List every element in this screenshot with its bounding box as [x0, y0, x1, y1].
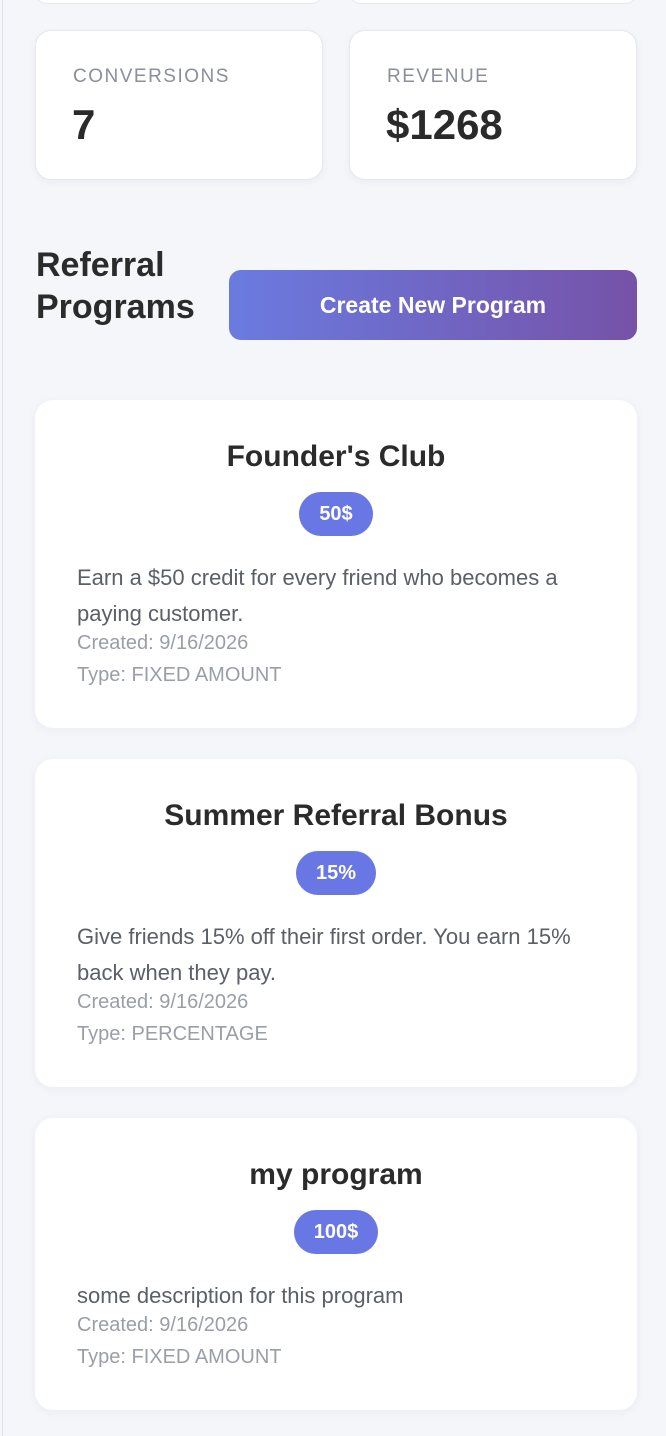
stat-value: 7: [72, 101, 96, 148]
program-type: Type: FIXED AMOUNT: [77, 664, 282, 686]
badge-wrap: 15%: [35, 851, 637, 895]
program-created-date: Created: 9/16/2026: [77, 991, 249, 1013]
program-name: Summer Referral Bonus: [164, 799, 508, 832]
program-created-date: Created: 9/16/2026: [77, 1314, 249, 1336]
stat-card-revenue: REVENUE $1268: [349, 30, 637, 180]
badge-wrap: 50$: [35, 492, 637, 536]
stat-label: CONVERSIONS: [73, 66, 230, 87]
reward-badge: 100$: [293, 1210, 379, 1254]
program-description: Earn a $50 credit for every friend who b…: [77, 565, 558, 626]
program-description: some description for this program: [77, 1283, 404, 1308]
program-card[interactable]: Founder's Club 50$ Earn a $50 credit for…: [35, 400, 637, 728]
program-name: my program: [249, 1158, 423, 1191]
program-type: Type: FIXED AMOUNT: [77, 1346, 282, 1368]
create-program-button[interactable]: Create New Program: [229, 270, 637, 340]
stat-value: $1268: [386, 101, 503, 148]
program-name: Founder's Club: [226, 440, 446, 473]
program-created-date: Created: 9/16/2026: [77, 632, 249, 654]
stat-label: REVENUE: [387, 66, 490, 87]
program-card[interactable]: my program 100$ some description for thi…: [35, 1118, 637, 1410]
program-card[interactable]: Summer Referral Bonus 15% Give friends 1…: [35, 759, 637, 1087]
reward-badge: 15%: [295, 851, 377, 895]
section-title: Referral Programs: [36, 246, 195, 326]
stat-card-partial: [349, 0, 637, 4]
program-description: Give friends 15% off their first order. …: [77, 924, 571, 985]
stat-card-conversions: CONVERSIONS 7: [35, 30, 323, 180]
page: CONVERSIONS 7 REVENUE $1268 Referral Pro…: [2, 0, 666, 1436]
reward-badge: 50$: [299, 492, 373, 536]
stat-card-partial: [35, 0, 323, 4]
program-type: Type: PERCENTAGE: [77, 1023, 268, 1045]
badge-wrap: 100$: [35, 1210, 637, 1254]
